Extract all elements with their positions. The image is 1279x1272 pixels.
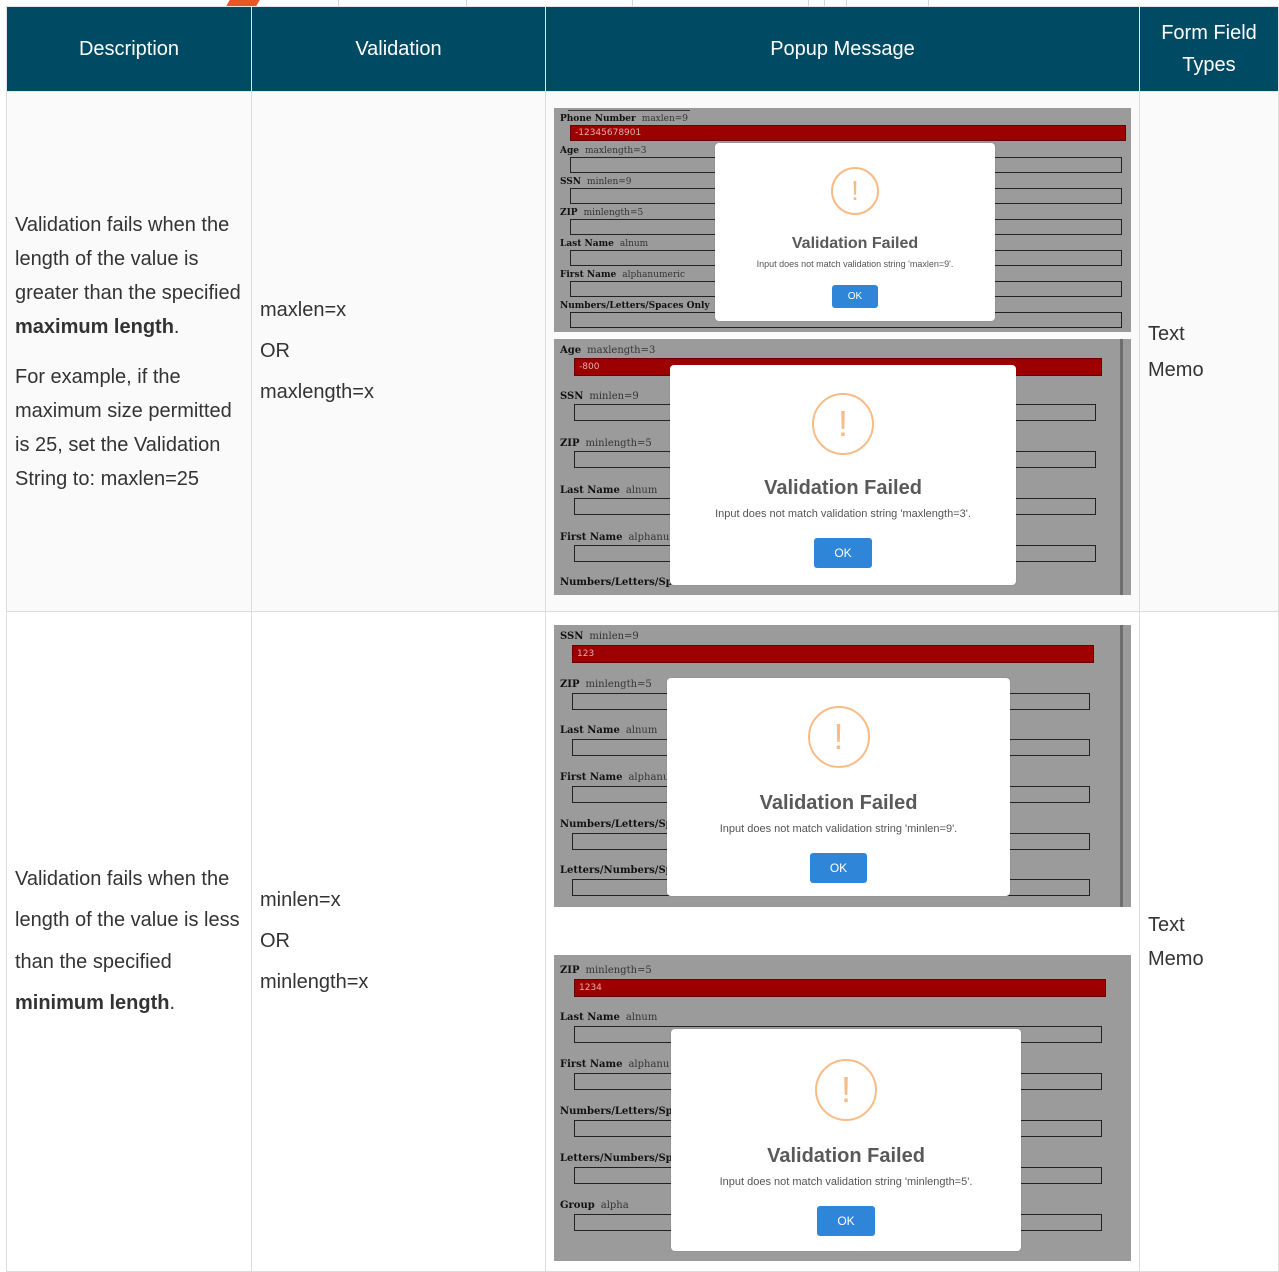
emphasis: minimum length <box>15 992 170 1014</box>
modal-title: Validation Failed <box>759 791 918 814</box>
description-cell: Validation fails when the length of the … <box>6 91 252 612</box>
table-row: Validation fails when the length of the … <box>6 91 1279 612</box>
field-type: Text <box>1148 913 1185 936</box>
modal-title: Validation Failed <box>791 235 919 252</box>
validation-modal: ! Validation Failed Input does not match… <box>667 677 1010 896</box>
header-validation: Validation <box>251 6 546 92</box>
validation-cell: minlen=x OR minlength=x <box>251 611 546 1272</box>
modal-title: Validation Failed <box>767 1144 925 1167</box>
form-field-types-cell: Text Memo <box>1139 611 1279 1272</box>
screenshot: SSN minlen=9 123 ZIP minlength=5 Last Name… <box>554 624 1131 907</box>
validation-table: Description Validation Popup Message For… <box>6 6 1279 1272</box>
description-text: Validation fails when the length of the … <box>15 213 241 338</box>
description-cell: Validation fails when the length of the … <box>6 611 252 1272</box>
warning-icon: ! <box>831 167 879 215</box>
warning-icon: ! <box>812 393 874 455</box>
example-text: For example, if the maximum size permitt… <box>15 365 232 490</box>
field-type: Memo <box>1148 947 1204 970</box>
popup-message-cell: SSN minlen=9 123 ZIP minlength=5 Last Name… <box>545 611 1140 1272</box>
validation-or: OR <box>260 930 290 952</box>
ok-button[interactable]: OK <box>831 285 879 308</box>
validation-string: maxlen=x <box>260 299 347 321</box>
validation-string: minlen=x <box>260 889 341 911</box>
header-description: Description <box>6 6 252 92</box>
table-header-row: Description Validation Popup Message For… <box>6 6 1279 92</box>
screenshot: Phone Number maxlen=9 -12345678901 Age max… <box>554 108 1131 332</box>
popup-message-cell: Phone Number maxlen=9 -12345678901 Age max… <box>545 91 1140 612</box>
table-row: Validation fails when the length of the … <box>6 611 1279 1272</box>
emphasis: maximum length <box>15 315 174 338</box>
field-type: Memo <box>1148 358 1204 381</box>
validation-string: maxlength=x <box>260 381 374 403</box>
warning-icon: ! <box>815 1058 877 1121</box>
validation-modal: ! Validation Failed Input does not match… <box>670 365 1016 585</box>
scrollbar[interactable] <box>1120 624 1123 907</box>
screenshot: Age maxlength=3 -800 SSN minlen=9 ZIP minle… <box>554 339 1131 595</box>
scrollbar[interactable] <box>1120 339 1123 595</box>
validation-or: OR <box>260 340 290 362</box>
description-text: Validation fails when the length of the … <box>15 867 240 1015</box>
modal-message: Input does not match validation string '… <box>715 508 971 520</box>
ok-button[interactable]: OK <box>809 852 868 883</box>
modal-message: Input does not match validation string '… <box>719 1175 973 1188</box>
form-field-types-cell: Text Memo <box>1139 91 1279 612</box>
header-popup-message: Popup Message <box>545 6 1140 92</box>
modal-message: Input does not match validation string '… <box>756 259 954 269</box>
warning-icon: ! <box>807 705 870 768</box>
header-form-field-types: Form Field Types <box>1139 6 1279 92</box>
modal-message: Input does not match validation string '… <box>719 822 958 835</box>
modal-title: Validation Failed <box>764 477 922 499</box>
validation-cell: maxlen=x OR maxlength=x <box>251 91 546 612</box>
field-type: Text <box>1148 322 1185 345</box>
field-box <box>568 108 690 111</box>
validation-modal: ! Validation Failed Input does not match… <box>715 143 995 321</box>
validation-string: minlength=x <box>260 971 369 993</box>
validation-modal: ! Validation Failed Input does not match… <box>671 1028 1021 1251</box>
screenshot: ZIP minlength=5 1234 Last Name alnum First… <box>554 954 1131 1261</box>
ok-button[interactable]: OK <box>817 1205 875 1236</box>
ok-button[interactable]: OK <box>814 538 872 568</box>
